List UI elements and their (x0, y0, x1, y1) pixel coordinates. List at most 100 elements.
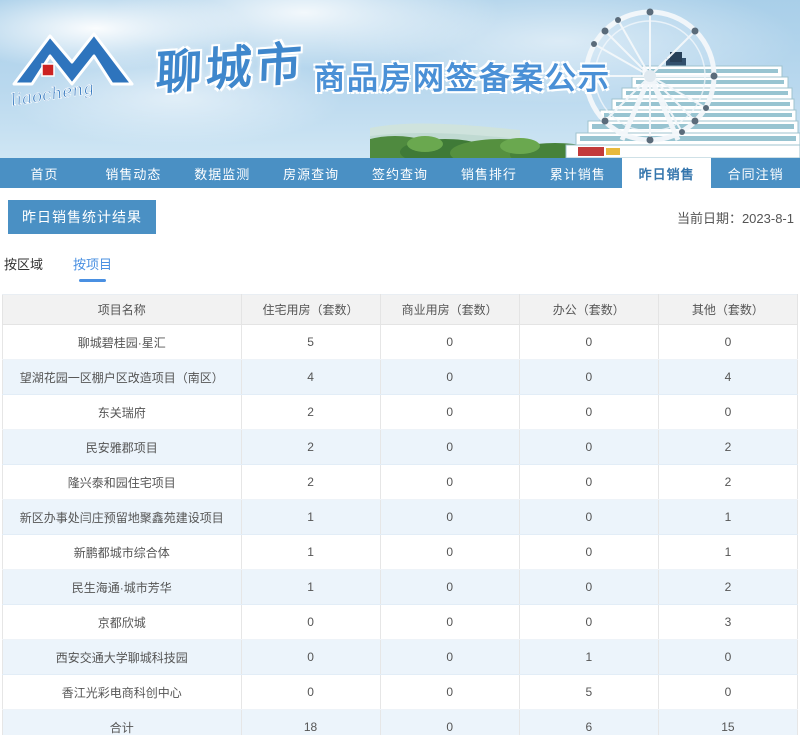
table-row: 新区办事处闫庄预留地聚鑫苑建设项目1001 (3, 500, 798, 535)
count-cell: 2 (658, 430, 797, 465)
table-row: 望湖花园一区棚户区改造项目（南区）4004 (3, 360, 798, 395)
count-cell: 1 (241, 570, 380, 605)
table-row: 京都欣城0003 (3, 605, 798, 640)
project-name-cell: 聊城碧桂园·星汇 (3, 325, 242, 360)
table-row: 民生海通·城市芳华1002 (3, 570, 798, 605)
count-cell: 0 (380, 500, 519, 535)
project-name-cell: 隆兴泰和园住宅项目 (3, 465, 242, 500)
section-head: 昨日销售统计结果 当前日期：2023-8-1 (2, 200, 798, 234)
count-cell: 1 (658, 500, 797, 535)
count-cell: 0 (380, 360, 519, 395)
count-cell: 1 (519, 640, 658, 675)
nav-item-5[interactable]: 签约查询 (356, 158, 445, 188)
table-body: 聊城碧桂园·星汇5000望湖花园一区棚户区改造项目（南区）4004东关瑞府200… (3, 325, 798, 735)
project-name-cell: 西安交通大学聊城科技园 (3, 640, 242, 675)
table-row: 香江光彩电商科创中心0050 (3, 675, 798, 710)
table-row: 聊城碧桂园·星汇5000 (3, 325, 798, 360)
count-cell: 6 (519, 710, 658, 735)
nav-item-1[interactable]: 首页 (0, 158, 89, 188)
count-cell: 0 (241, 640, 380, 675)
current-date-value: 2023-8-1 (742, 211, 794, 226)
table-row: 隆兴泰和园住宅项目2002 (3, 465, 798, 500)
count-cell: 2 (658, 465, 797, 500)
count-cell: 5 (519, 675, 658, 710)
project-name-cell: 合计 (3, 710, 242, 735)
main-nav: 首页销售动态数据监测房源查询签约查询销售排行累计销售昨日销售合同注销 (0, 158, 800, 188)
page: liaocheng 聊城市 商品房网签备案公示 首页销售动态数据监测房源查询签约… (0, 0, 800, 735)
section-title-badge: 昨日销售统计结果 (8, 200, 156, 234)
table-row: 西安交通大学聊城科技园0010 (3, 640, 798, 675)
count-cell: 15 (658, 710, 797, 735)
project-name-cell: 东关瑞府 (3, 395, 242, 430)
count-cell: 2 (241, 465, 380, 500)
count-cell: 5 (241, 325, 380, 360)
table-total-row: 合计180615 (3, 710, 798, 735)
nav-item-2[interactable]: 销售动态 (89, 158, 178, 188)
view-tab-1[interactable]: 按区域 (4, 254, 43, 282)
table-row: 东关瑞府2000 (3, 395, 798, 430)
column-header-3: 商业用房（套数） (380, 295, 519, 325)
count-cell: 0 (380, 325, 519, 360)
project-name-cell: 新区办事处闫庄预留地聚鑫苑建设项目 (3, 500, 242, 535)
table-row: 新鹏都城市综合体1001 (3, 535, 798, 570)
count-cell: 0 (519, 430, 658, 465)
count-cell: 0 (658, 395, 797, 430)
count-cell: 0 (380, 430, 519, 465)
nav-item-8[interactable]: 昨日销售 (622, 158, 711, 188)
count-cell: 2 (241, 430, 380, 465)
nav-item-4[interactable]: 房源查询 (267, 158, 356, 188)
count-cell: 0 (241, 675, 380, 710)
count-cell: 0 (380, 535, 519, 570)
column-header-1: 项目名称 (3, 295, 242, 325)
site-title: 商品房网签备案公示 (314, 53, 611, 98)
count-cell: 4 (658, 360, 797, 395)
count-cell: 2 (658, 570, 797, 605)
project-name-cell: 香江光彩电商科创中心 (3, 675, 242, 710)
count-cell: 0 (658, 675, 797, 710)
count-cell: 0 (380, 465, 519, 500)
count-cell: 4 (241, 360, 380, 395)
count-cell: 3 (658, 605, 797, 640)
nav-item-6[interactable]: 销售排行 (444, 158, 533, 188)
column-header-2: 住宅用房（套数） (241, 295, 380, 325)
brand: liaocheng 聊城市 商品房网签备案公示 (10, 22, 611, 114)
count-cell: 0 (658, 325, 797, 360)
project-name-cell: 民生海通·城市芳华 (3, 570, 242, 605)
count-cell: 0 (519, 325, 658, 360)
count-cell: 0 (380, 605, 519, 640)
count-cell: 0 (519, 570, 658, 605)
count-cell: 2 (241, 395, 380, 430)
count-cell: 0 (519, 360, 658, 395)
project-name-cell: 望湖花园一区棚户区改造项目（南区） (3, 360, 242, 395)
count-cell: 0 (380, 640, 519, 675)
view-tabs: 按区域 按项目 (4, 254, 798, 282)
current-date-label: 当前日期： (677, 211, 742, 226)
count-cell: 1 (658, 535, 797, 570)
count-cell: 0 (519, 535, 658, 570)
count-cell: 18 (241, 710, 380, 735)
count-cell: 0 (380, 710, 519, 735)
city-name: 聊城市 (155, 27, 307, 104)
nav-item-9[interactable]: 合同注销 (711, 158, 800, 188)
nav-item-3[interactable]: 数据监测 (178, 158, 267, 188)
project-name-cell: 新鹏都城市综合体 (3, 535, 242, 570)
column-header-5: 其他（套数） (658, 295, 797, 325)
count-cell: 0 (380, 570, 519, 605)
current-date: 当前日期：2023-8-1 (677, 208, 794, 227)
count-cell: 0 (380, 675, 519, 710)
count-cell: 0 (380, 395, 519, 430)
count-cell: 0 (658, 640, 797, 675)
table-row: 民安雅郡项目2002 (3, 430, 798, 465)
project-name-cell: 京都欣城 (3, 605, 242, 640)
content: 昨日销售统计结果 当前日期：2023-8-1 按区域 按项目 项目名称住宅用房（套… (0, 188, 800, 735)
project-name-cell: 民安雅郡项目 (3, 430, 242, 465)
site-header: liaocheng 聊城市 商品房网签备案公示 (0, 0, 800, 158)
view-tab-2[interactable]: 按项目 (73, 254, 112, 282)
count-cell: 0 (241, 605, 380, 640)
column-header-4: 办公（套数） (519, 295, 658, 325)
count-cell: 0 (519, 465, 658, 500)
count-cell: 0 (519, 395, 658, 430)
count-cell: 0 (519, 605, 658, 640)
nav-item-7[interactable]: 累计销售 (533, 158, 622, 188)
city-logo-icon: liaocheng (10, 22, 160, 114)
